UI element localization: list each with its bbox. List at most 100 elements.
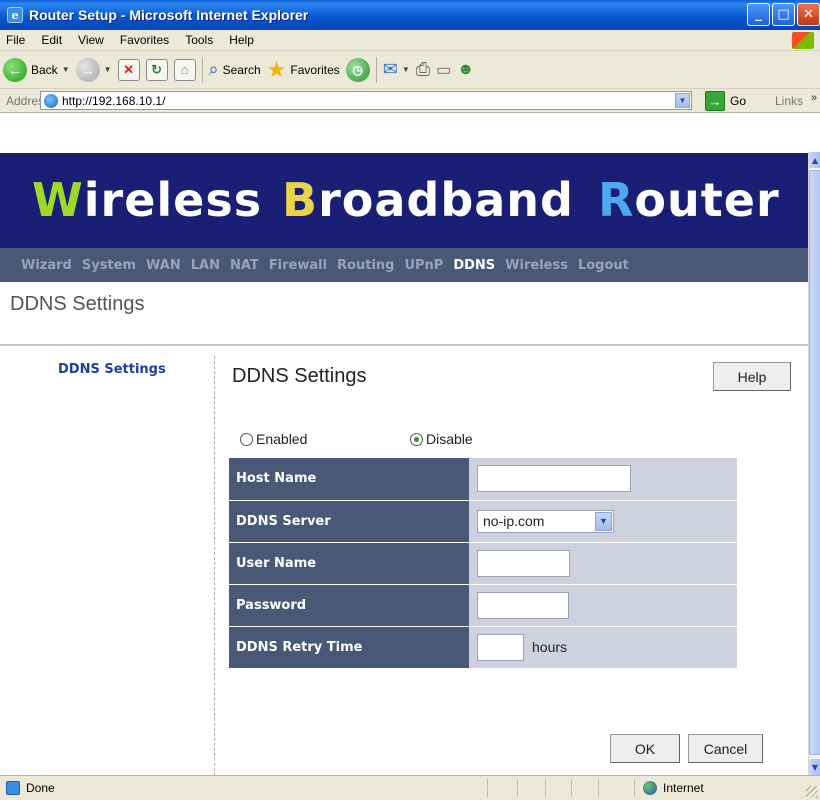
disable-radio[interactable] <box>410 432 423 446</box>
stop-button[interactable]: ✕ <box>115 55 143 85</box>
address-bar: Address http://192.168.10.1/ ▼ → Go Link… <box>0 89 820 113</box>
search-icon: ⌕ <box>208 59 219 79</box>
maximize-button[interactable]: □ <box>772 3 795 26</box>
back-label: Back <box>31 62 58 77</box>
toolbar-separator <box>375 56 377 83</box>
nav-routing[interactable]: Routing <box>337 258 394 273</box>
search-button[interactable]: ⌕ Search <box>206 55 264 85</box>
form-row-password: Password <box>229 584 737 627</box>
ok-button[interactable]: OK <box>610 734 680 763</box>
refresh-button[interactable]: ↻ <box>143 55 171 85</box>
menu-help[interactable]: Help <box>221 33 262 47</box>
edit-button[interactable]: ▭ <box>433 55 454 85</box>
nav-nat[interactable]: NAT <box>230 258 259 273</box>
password-label: Password <box>229 584 469 627</box>
forward-dropdown-icon[interactable]: ▼ <box>104 65 112 74</box>
back-button[interactable]: ← Back ▼ <box>0 55 73 85</box>
edit-icon: ▭ <box>436 61 452 79</box>
menu-tools[interactable]: Tools <box>177 33 221 47</box>
disable-option[interactable]: Disable <box>410 431 473 447</box>
go-label: Go <box>730 94 747 108</box>
toolbar-separator <box>201 56 203 83</box>
print-button[interactable]: ⎙ <box>413 55 433 85</box>
host-name-cell <box>469 458 737 501</box>
refresh-icon: ↻ <box>145 58 168 81</box>
user-name-cell <box>469 542 737 585</box>
address-dropdown-icon[interactable]: ▼ <box>675 93 690 108</box>
banner-word-router: Router <box>598 173 780 227</box>
header-divider <box>0 344 808 346</box>
close-button[interactable]: ✕ <box>797 3 820 26</box>
retry-time-label: DDNS Retry Time <box>229 626 469 669</box>
help-button[interactable]: Help <box>713 362 791 391</box>
nav-logout[interactable]: Logout <box>578 258 629 273</box>
menu-edit[interactable]: Edit <box>33 33 70 47</box>
favorites-button[interactable]: ★ Favorites <box>264 55 343 85</box>
sidebar-divider <box>214 356 215 775</box>
links-chevron-icon[interactable]: » <box>811 92 817 104</box>
nav-system[interactable]: System <box>82 258 136 273</box>
cancel-button[interactable]: Cancel <box>688 734 763 763</box>
disable-label: Disable <box>426 431 473 447</box>
status-divider <box>517 779 518 797</box>
favorites-star-icon: ★ <box>266 56 287 82</box>
mail-button[interactable]: ✉ ▼ <box>380 55 413 85</box>
search-label: Search <box>222 62 261 77</box>
status-done: Done <box>6 781 55 795</box>
go-button[interactable]: → Go <box>700 91 746 111</box>
status-divider <box>487 779 488 797</box>
section-title: DDNS Settings <box>232 365 367 387</box>
router-nav: Wizard System WAN LAN NAT Firewall Routi… <box>0 248 808 282</box>
ddns-server-label: DDNS Server <box>229 500 469 543</box>
back-dropdown-icon[interactable]: ▼ <box>62 65 70 74</box>
enabled-label: Enabled <box>256 431 308 447</box>
status-bar: Done Internet <box>0 775 820 800</box>
scroll-up-icon[interactable]: ▲ <box>809 152 820 168</box>
user-name-label: User Name <box>229 542 469 585</box>
chevron-down-icon[interactable]: ▼ <box>595 511 612 531</box>
messenger-icon: ☻ <box>457 60 475 78</box>
nav-wireless[interactable]: Wireless <box>505 258 568 273</box>
enabled-radio[interactable] <box>240 432 253 446</box>
sidebar-item-ddns-settings[interactable]: DDNS Settings <box>58 362 166 377</box>
nav-lan[interactable]: LAN <box>191 258 220 273</box>
nav-upnp[interactable]: UPnP <box>404 258 443 273</box>
retry-time-input[interactable] <box>477 633 524 661</box>
ddns-server-select[interactable]: no-ip.com ▼ <box>477 509 614 533</box>
ddns-server-value: no-ip.com <box>483 513 545 529</box>
history-button[interactable]: ◷ <box>343 55 373 85</box>
resize-grip[interactable] <box>806 786 818 798</box>
home-button[interactable]: ⌂ <box>171 55 199 85</box>
menu-favorites[interactable]: Favorites <box>112 33 177 47</box>
links-button[interactable]: Links <box>775 94 803 108</box>
vertical-scrollbar[interactable]: ▲ ▼ <box>808 152 820 775</box>
scroll-down-icon[interactable]: ▼ <box>809 759 820 775</box>
host-name-input[interactable] <box>477 465 631 493</box>
mail-dropdown-icon[interactable]: ▼ <box>402 65 410 74</box>
nav-ddns[interactable]: DDNS <box>453 258 495 273</box>
menu-view[interactable]: View <box>70 33 112 47</box>
user-name-input[interactable] <box>477 549 570 577</box>
nav-wan[interactable]: WAN <box>146 258 181 273</box>
form-row-user-name: User Name <box>229 542 737 585</box>
enabled-option[interactable]: Enabled <box>240 431 307 447</box>
forward-button[interactable]: → ▼ <box>73 55 115 85</box>
stop-icon: ✕ <box>117 58 140 81</box>
nav-firewall[interactable]: Firewall <box>269 258 327 273</box>
back-arrow-icon: ← <box>3 57 27 82</box>
forward-arrow-icon: → <box>75 57 100 82</box>
messenger-button[interactable]: ☻ <box>454 55 477 85</box>
router-banner: Wireless Broadband Router <box>0 153 808 248</box>
menu-file[interactable]: File <box>0 33 33 47</box>
security-zone: Internet <box>643 781 704 795</box>
scrollbar-thumb[interactable] <box>809 170 820 755</box>
windows-flag-icon <box>792 32 814 49</box>
retry-time-unit: hours <box>532 639 568 655</box>
banner-word-wireless: Wireless <box>32 173 263 227</box>
minimize-button[interactable]: _ <box>747 3 770 26</box>
address-input[interactable]: http://192.168.10.1/ ▼ <box>40 91 692 110</box>
password-input[interactable] <box>477 591 569 619</box>
nav-wizard[interactable]: Wizard <box>21 258 72 273</box>
banner-word-broadband: Broadband <box>282 173 574 227</box>
page-title: DDNS Settings <box>10 293 145 315</box>
